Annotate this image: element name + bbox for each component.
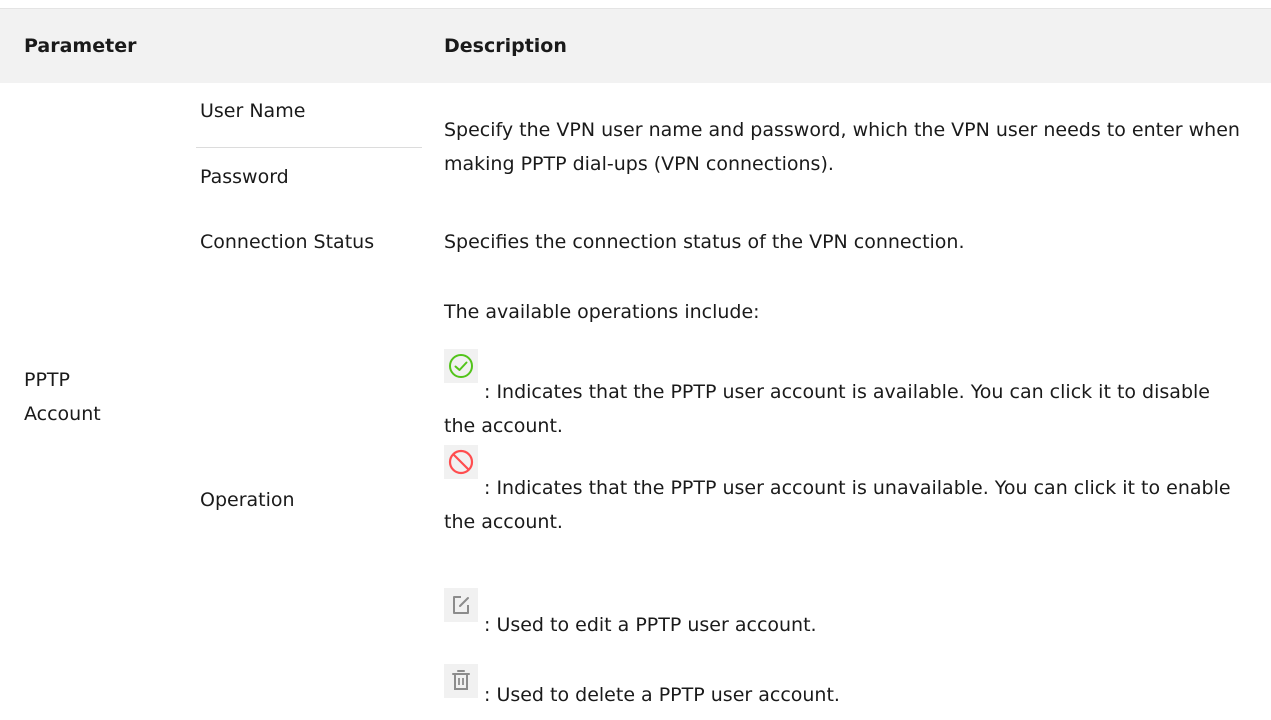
operation-disabled-item: : Indicates that the PPTP user account i… [444,445,1244,545]
param-connection-status: Connection Status [200,231,375,253]
operation-delete-item: : Used to delete a PPTP user account. [444,664,1244,706]
desc-user-name-password: Specify the VPN user name and password, … [444,119,1240,175]
group-label-pptp-account: PPTP Account [24,369,101,425]
row-divider [196,147,422,148]
desc-operation-intro: The available operations include: [444,301,760,323]
header-parameter: Parameter [24,35,137,57]
trash-icon [444,664,478,698]
param-user-name: User Name [200,100,306,122]
edit-icon [444,588,478,622]
table-header: Parameter Description [0,8,1271,83]
operation-enabled-item: : Indicates that the PPTP user account i… [444,349,1244,449]
operation-enabled-text: : Indicates that the PPTP user account i… [444,381,1210,437]
operation-edit-text: : Used to edit a PPTP user account. [484,614,817,636]
operation-edit-item: : Used to edit a PPTP user account. [444,588,1244,636]
operation-delete-text: : Used to delete a PPTP user account. [484,684,840,706]
header-description: Description [444,35,567,57]
desc-connection-status: Specifies the connection status of the V… [444,231,965,253]
param-operation: Operation [200,489,295,511]
param-password: Password [200,166,289,188]
operation-disabled-text: : Indicates that the PPTP user account i… [444,477,1231,533]
